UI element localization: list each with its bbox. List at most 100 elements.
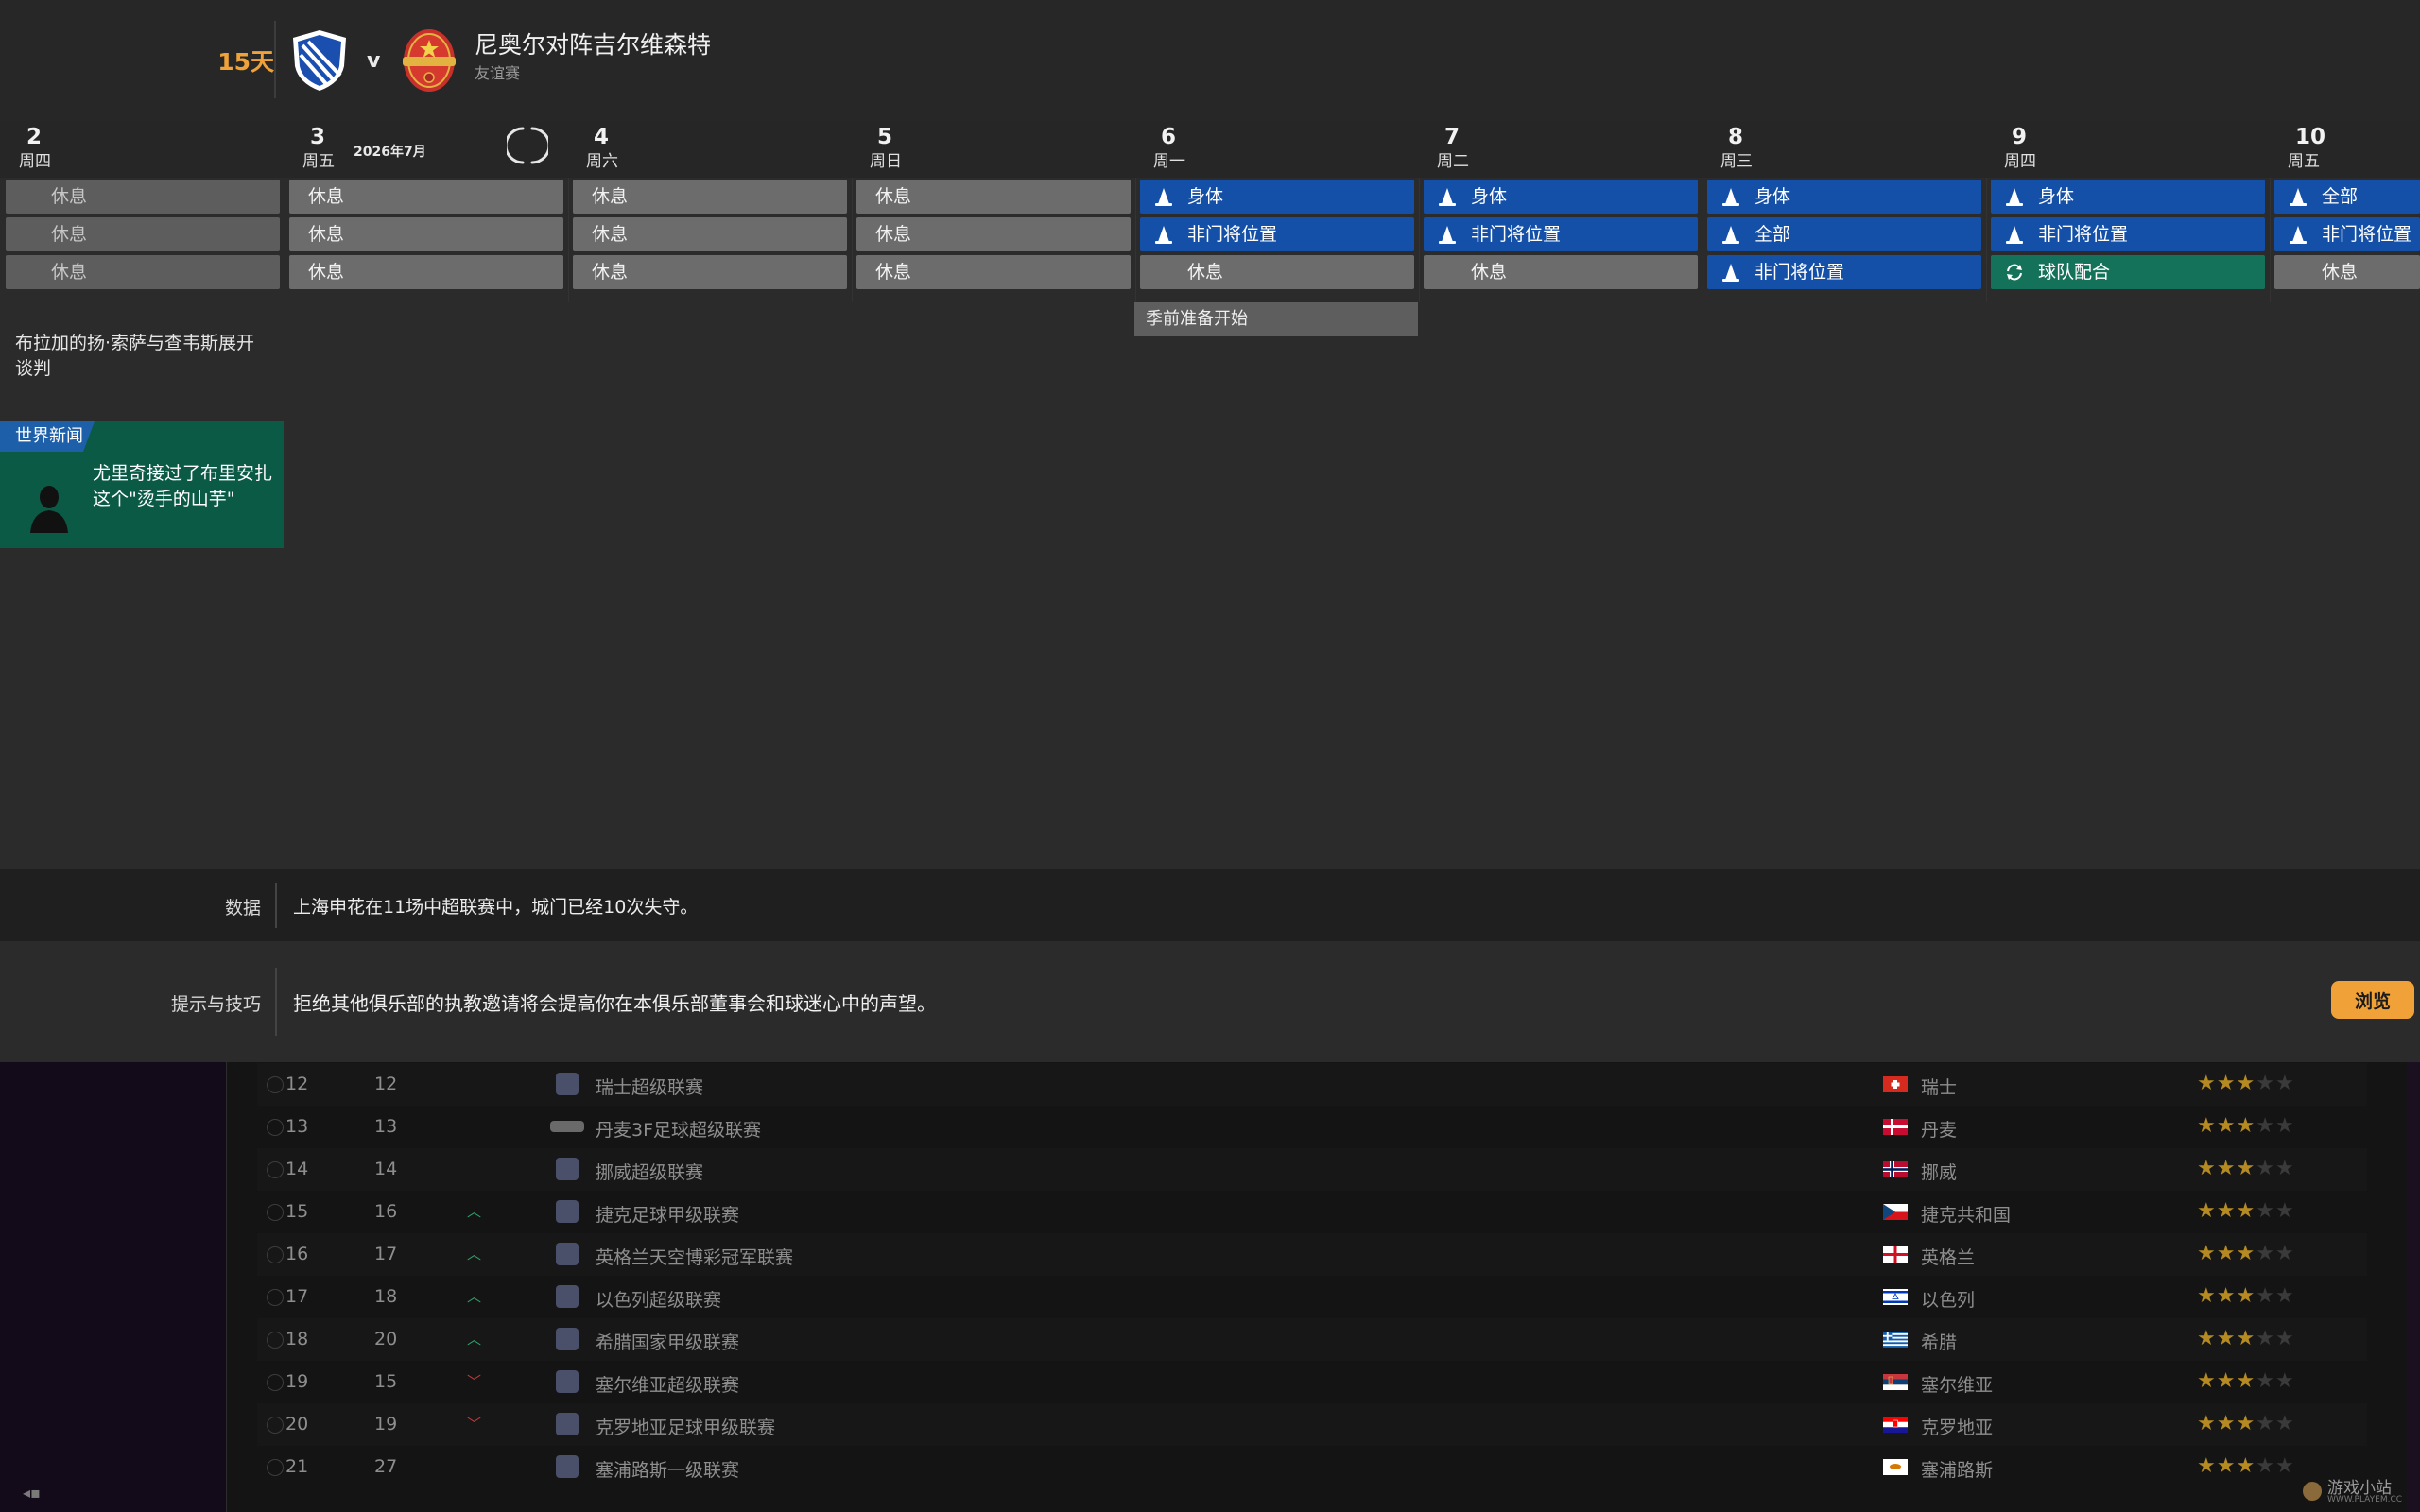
table-row[interactable]: 18 20 ︿ 希腊国家甲级联赛 希腊 ★★★★★ xyxy=(257,1318,2367,1361)
league-country[interactable]: 希腊 xyxy=(1921,1329,1957,1354)
league-logo-icon xyxy=(556,1370,579,1393)
row-select-radio[interactable] xyxy=(267,1076,284,1093)
day-number[interactable]: 4 xyxy=(594,125,609,149)
league-country[interactable]: 以色列 xyxy=(1921,1286,1975,1312)
league-rank: 16 xyxy=(285,1244,309,1264)
league-previous-rank: 19 xyxy=(374,1414,398,1435)
day-number[interactable]: 7 xyxy=(1444,125,1460,149)
training-session-slot[interactable]: 全部 xyxy=(1707,217,1981,251)
league-country[interactable]: 丹麦 xyxy=(1921,1116,1957,1142)
star-icon: ★ xyxy=(2216,1327,2237,1350)
league-name[interactable]: 克罗地亚足球甲级联赛 xyxy=(596,1414,775,1439)
training-session-slot[interactable]: 身体 xyxy=(1707,180,1981,214)
collapse-panel-icon[interactable]: ◂▪ xyxy=(23,1484,41,1502)
training-session-slot[interactable]: 休息 xyxy=(289,255,563,289)
row-select-radio[interactable] xyxy=(267,1119,284,1136)
league-name[interactable]: 捷克足球甲级联赛 xyxy=(596,1201,739,1227)
training-session-slot[interactable]: 休息 xyxy=(856,255,1131,289)
league-name[interactable]: 瑞士超级联赛 xyxy=(596,1074,703,1099)
row-select-radio[interactable] xyxy=(267,1459,284,1476)
day-number[interactable]: 10 xyxy=(2295,125,2325,149)
table-row[interactable]: 16 17 ︿ 英格兰天空博彩冠军联赛 英格兰 ★★★★★ xyxy=(257,1233,2367,1276)
row-select-radio[interactable] xyxy=(267,1161,284,1178)
day-number[interactable]: 2 xyxy=(26,125,42,149)
table-row[interactable]: 14 14 挪威超级联赛 挪威 ★★★★★ xyxy=(257,1148,2367,1191)
row-select-radio[interactable] xyxy=(267,1417,284,1434)
table-scrollbar[interactable] xyxy=(2407,1062,2420,1512)
league-country[interactable]: 克罗地亚 xyxy=(1921,1414,1993,1439)
table-row[interactable]: 20 19 ﹀ 克罗地亚足球甲级联赛 克罗地亚 ★★★★★ xyxy=(257,1403,2367,1446)
day-number[interactable]: 3 xyxy=(310,125,325,149)
league-name[interactable]: 挪威超级联赛 xyxy=(596,1159,703,1184)
row-select-radio[interactable] xyxy=(267,1332,284,1349)
country-flag-icon xyxy=(1883,1119,1908,1135)
training-session-slot[interactable]: 休息 xyxy=(2274,255,2420,289)
training-session-slot[interactable]: 休息 xyxy=(573,217,847,251)
training-session-slot[interactable]: 休息 xyxy=(6,217,280,251)
match-title[interactable]: 尼奥尔对阵吉尔维森特 xyxy=(475,26,711,60)
training-session-label: 全部 xyxy=(1754,224,1791,245)
training-session-slot[interactable]: 非门将位置 xyxy=(1140,217,1414,251)
table-row[interactable]: 17 18 ︿ 以色列超级联赛 以色列 ★★★★★ xyxy=(257,1276,2367,1318)
person-silhouette-icon xyxy=(30,486,68,533)
league-country[interactable]: 挪威 xyxy=(1921,1159,1957,1184)
training-session-slot[interactable]: 休息 xyxy=(573,180,847,214)
training-session-slot[interactable]: 休息 xyxy=(856,217,1131,251)
browse-button[interactable]: 浏览 xyxy=(2331,981,2414,1019)
league-country[interactable]: 捷克共和国 xyxy=(1921,1201,2011,1227)
league-country[interactable]: 塞尔维亚 xyxy=(1921,1371,1993,1397)
training-session-slot[interactable]: 球队配合 xyxy=(1991,255,2265,289)
world-news-card[interactable]: 世界新闻 尤里奇接过了布里安扎这个"烫手的山芋" xyxy=(0,421,284,548)
training-session-slot[interactable]: 非门将位置 xyxy=(1991,217,2265,251)
trend-up-icon: ︿ xyxy=(467,1288,482,1305)
day-number[interactable]: 6 xyxy=(1161,125,1176,149)
training-session-slot[interactable]: 休息 xyxy=(289,180,563,214)
day-number[interactable]: 5 xyxy=(877,125,892,149)
table-row[interactable]: 15 16 ︿ 捷克足球甲级联赛 捷克共和国 ★★★★★ xyxy=(257,1191,2367,1233)
training-session-slot[interactable]: 休息 xyxy=(6,255,280,289)
star-icon: ★ xyxy=(2274,1072,2295,1095)
training-session-slot[interactable]: 身体 xyxy=(1140,180,1414,214)
star-icon: ★ xyxy=(2197,1157,2217,1180)
league-name[interactable]: 丹麦3F足球超级联赛 xyxy=(596,1116,761,1142)
row-select-radio[interactable] xyxy=(267,1204,284,1221)
training-session-slot[interactable]: 休息 xyxy=(1140,255,1414,289)
training-session-label: 全部 xyxy=(2322,186,2359,207)
training-session-slot[interactable]: 休息 xyxy=(289,217,563,251)
league-country[interactable]: 塞浦路斯 xyxy=(1921,1456,1993,1482)
training-session-slot[interactable]: 休息 xyxy=(573,255,847,289)
league-name[interactable]: 以色列超级联赛 xyxy=(596,1286,721,1312)
row-select-radio[interactable] xyxy=(267,1246,284,1263)
league-name[interactable]: 英格兰天空博彩冠军联赛 xyxy=(596,1244,793,1269)
training-session-slot[interactable]: 休息 xyxy=(6,180,280,214)
training-session-slot[interactable]: 休息 xyxy=(1424,255,1698,289)
news-item-transfer-talks[interactable]: 布拉加的扬·索萨与查韦斯展开谈判 xyxy=(15,331,270,382)
star-icon: ★ xyxy=(2274,1157,2295,1180)
preseason-start-event[interactable]: 季前准备开始 xyxy=(1134,302,1418,336)
home-team-crest-icon[interactable] xyxy=(289,28,350,93)
training-session-slot[interactable]: 非门将位置 xyxy=(1707,255,1981,289)
table-row[interactable]: 21 27 塞浦路斯一级联赛 塞浦路斯 ★★★★★ xyxy=(257,1446,2367,1488)
training-session-slot[interactable]: 非门将位置 xyxy=(1424,217,1698,251)
league-previous-rank: 27 xyxy=(374,1456,398,1477)
table-row[interactable]: 19 15 ﹀ 塞尔维亚超级联赛 塞尔维亚 ★★★★★ xyxy=(257,1361,2367,1403)
league-country[interactable]: 瑞士 xyxy=(1921,1074,1957,1099)
league-name[interactable]: 塞浦路斯一级联赛 xyxy=(596,1456,739,1482)
training-session-slot[interactable]: 全部 xyxy=(2274,180,2420,214)
training-session-label: 身体 xyxy=(2038,186,2075,207)
row-select-radio[interactable] xyxy=(267,1374,284,1391)
table-row[interactable]: 12 12 瑞士超级联赛 瑞士 ★★★★★ xyxy=(257,1063,2367,1106)
league-name[interactable]: 塞尔维亚超级联赛 xyxy=(596,1371,739,1397)
day-number[interactable]: 8 xyxy=(1728,125,1743,149)
training-session-slot[interactable]: 休息 xyxy=(856,180,1131,214)
league-name[interactable]: 希腊国家甲级联赛 xyxy=(596,1329,739,1354)
day-number[interactable]: 9 xyxy=(2012,125,2027,149)
training-session-slot[interactable]: 非门将位置 xyxy=(2274,217,2420,251)
training-session-slot[interactable]: 身体 xyxy=(1424,180,1698,214)
row-select-radio[interactable] xyxy=(267,1289,284,1306)
table-row[interactable]: 13 13 丹麦3F足球超级联赛 丹麦 ★★★★★ xyxy=(257,1106,2367,1148)
league-country[interactable]: 英格兰 xyxy=(1921,1244,1975,1269)
training-session-slot[interactable]: 身体 xyxy=(1991,180,2265,214)
trend-up-icon: ︿ xyxy=(467,1203,482,1220)
away-team-crest-icon[interactable] xyxy=(401,26,458,94)
